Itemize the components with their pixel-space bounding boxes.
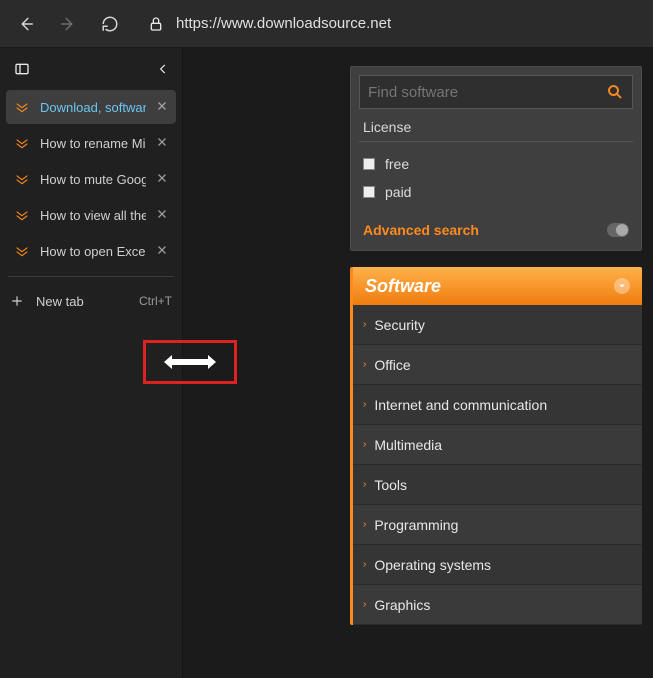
tabs-panel-icon[interactable]	[14, 61, 30, 77]
category-label: Operating systems	[374, 557, 491, 573]
tab-title: How to view all the	[40, 208, 146, 223]
category-item[interactable]: › Operating systems	[353, 545, 642, 585]
checkbox-label: paid	[385, 184, 411, 200]
page-content: License free paid Advanced search	[183, 48, 653, 678]
caret-right-icon: ›	[363, 599, 366, 610]
checkbox-paid[interactable]: paid	[363, 184, 629, 200]
favicon-icon	[14, 243, 30, 259]
browser-toolbar: https://www.downloadsource.net	[0, 0, 653, 48]
tab-title: How to open Excel,	[40, 244, 146, 259]
tab-title: How to rename Mic	[40, 136, 146, 151]
category-label: Tools	[374, 477, 407, 493]
search-icon[interactable]	[606, 83, 624, 101]
search-input[interactable]	[368, 84, 606, 101]
categories-heading[interactable]: Software	[353, 267, 642, 305]
caret-right-icon: ›	[363, 359, 366, 370]
checkbox-free[interactable]: free	[363, 156, 629, 172]
vertical-tab[interactable]: How to rename Mic	[6, 126, 176, 160]
category-label: Multimedia	[374, 437, 442, 453]
category-item[interactable]: › Multimedia	[353, 425, 642, 465]
advanced-search-toggle[interactable]	[607, 223, 629, 237]
address-bar-url[interactable]: https://www.downloadsource.net	[176, 15, 391, 32]
favicon-icon	[14, 99, 30, 115]
vertical-tab[interactable]: How to open Excel,	[6, 234, 176, 268]
collapse-sidebar-button[interactable]	[156, 62, 170, 76]
resize-handle-annotation[interactable]	[143, 340, 237, 384]
lock-icon	[148, 16, 164, 32]
category-label: Internet and communication	[374, 397, 547, 413]
close-tab-button[interactable]	[156, 136, 170, 150]
license-heading: License	[359, 109, 633, 142]
close-tab-button[interactable]	[156, 244, 170, 258]
search-panel: License free paid Advanced search	[350, 66, 642, 251]
category-label: Security	[374, 317, 425, 333]
new-tab-label: New tab	[36, 294, 84, 309]
category-item[interactable]: › Security	[353, 305, 642, 345]
caret-right-icon: ›	[363, 439, 366, 450]
favicon-icon	[14, 135, 30, 151]
caret-right-icon: ›	[363, 519, 366, 530]
category-item[interactable]: › Internet and communication	[353, 385, 642, 425]
new-tab-shortcut: Ctrl+T	[139, 294, 172, 308]
close-tab-button[interactable]	[156, 100, 170, 114]
software-categories-panel: Software › Security › Office › Internet and c…	[350, 267, 642, 625]
sidebar-divider	[8, 276, 174, 277]
checkbox-icon	[363, 186, 375, 198]
checkbox-label: free	[385, 156, 409, 172]
caret-right-icon: ›	[363, 319, 366, 330]
back-button[interactable]	[14, 12, 38, 36]
category-item[interactable]: › Office	[353, 345, 642, 385]
category-item[interactable]: › Programming	[353, 505, 642, 545]
category-item[interactable]: › Graphics	[353, 585, 642, 625]
category-label: Office	[374, 357, 410, 373]
favicon-icon	[14, 207, 30, 223]
category-label: Programming	[374, 517, 458, 533]
close-tab-button[interactable]	[156, 208, 170, 222]
caret-right-icon: ›	[363, 399, 366, 410]
refresh-button[interactable]	[98, 12, 122, 36]
vertical-tab[interactable]: How to view all the	[6, 198, 176, 232]
vertical-tab[interactable]: How to mute Googl	[6, 162, 176, 196]
plus-icon	[10, 294, 24, 308]
chevron-down-icon	[614, 278, 630, 294]
close-tab-button[interactable]	[156, 172, 170, 186]
checkbox-icon	[363, 158, 375, 170]
tab-title: How to mute Googl	[40, 172, 146, 187]
caret-right-icon: ›	[363, 479, 366, 490]
forward-button[interactable]	[56, 12, 80, 36]
advanced-search-link[interactable]: Advanced search	[363, 222, 479, 238]
vertical-tab[interactable]: Download, software	[6, 90, 176, 124]
category-item[interactable]: › Tools	[353, 465, 642, 505]
caret-right-icon: ›	[363, 559, 366, 570]
new-tab-button[interactable]: New tab Ctrl+T	[0, 285, 182, 317]
category-label: Graphics	[374, 597, 430, 613]
tab-title: Download, software	[40, 100, 146, 115]
favicon-icon	[14, 171, 30, 187]
